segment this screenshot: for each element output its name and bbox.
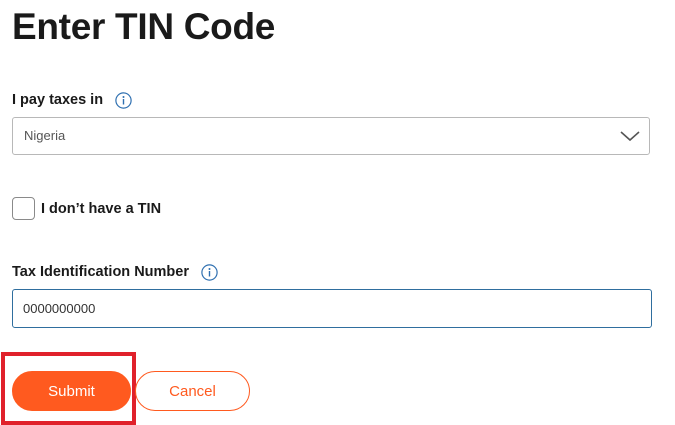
no-tin-row: I don’t have a TIN bbox=[12, 197, 161, 220]
tin-label-row: Tax Identification Number bbox=[12, 262, 218, 282]
tax-country-label-row: I pay taxes in bbox=[12, 90, 132, 110]
submit-button[interactable]: Submit bbox=[12, 371, 131, 411]
tax-country-select[interactable]: Nigeria bbox=[12, 117, 650, 155]
tin-form-page: Enter TIN Code I pay taxes in Nigeria I … bbox=[0, 0, 675, 425]
no-tin-checkbox[interactable] bbox=[12, 197, 35, 220]
tax-country-selected-value: Nigeria bbox=[24, 128, 66, 143]
tin-input[interactable] bbox=[12, 289, 652, 328]
tax-country-label: I pay taxes in bbox=[12, 92, 104, 108]
no-tin-label[interactable]: I don’t have a TIN bbox=[41, 201, 161, 217]
cancel-button[interactable]: Cancel bbox=[135, 371, 250, 411]
chevron-down-icon bbox=[620, 128, 640, 144]
info-icon[interactable] bbox=[115, 91, 132, 109]
page-title: Enter TIN Code bbox=[12, 6, 276, 47]
info-icon[interactable] bbox=[201, 263, 218, 281]
tin-label: Tax Identification Number bbox=[12, 264, 189, 280]
